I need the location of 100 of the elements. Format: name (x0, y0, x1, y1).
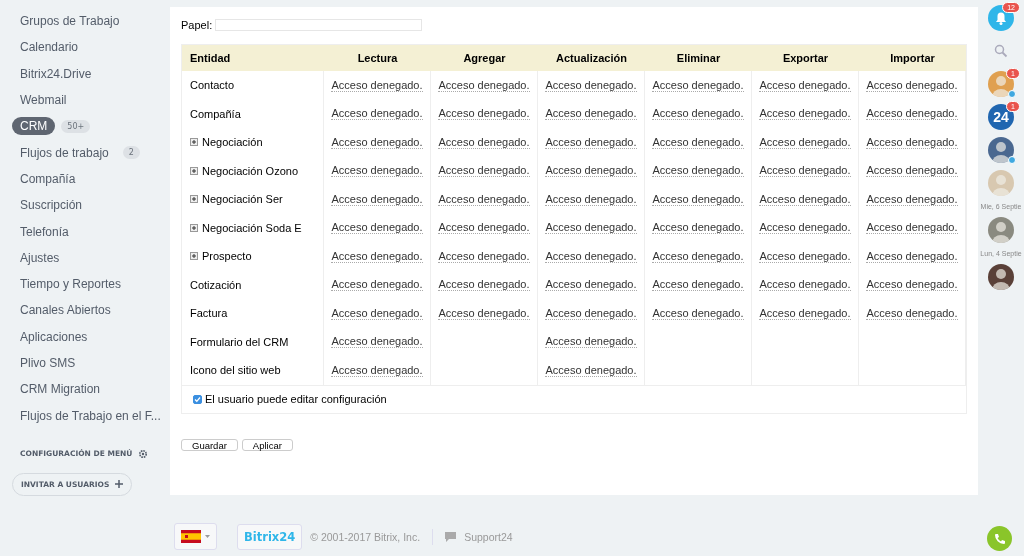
role-label: Papel: (181, 19, 213, 31)
permission-link[interactable]: Acceso denegado. (545, 135, 637, 149)
entity-name: Prospecto (202, 250, 252, 263)
permission-link[interactable]: Acceso denegado. (652, 107, 744, 121)
sidebar-item[interactable]: Compañía (12, 169, 84, 188)
sidebar-item[interactable]: Webmail (12, 91, 75, 110)
permission-link[interactable]: Acceso denegado. (652, 78, 744, 92)
permission-link[interactable]: Acceso denegado. (331, 107, 423, 121)
permission-link[interactable]: Acceso denegado. (545, 164, 637, 178)
expand-icon[interactable] (190, 166, 198, 175)
permission-link[interactable]: Acceso denegado. (438, 221, 530, 235)
form-button[interactable]: Aplicar (241, 438, 293, 451)
permission-link[interactable]: Acceso denegado. (866, 78, 958, 92)
permission-link[interactable]: Acceso denegado. (438, 164, 530, 178)
sidebar-item[interactable]: Aplicaciones (12, 327, 96, 346)
column-header: Eliminar (675, 52, 722, 64)
expand-icon[interactable] (190, 223, 198, 232)
sidebar-item[interactable]: CRM Migration (12, 380, 108, 399)
permission-link[interactable]: Acceso denegado. (545, 192, 637, 206)
notifications-button[interactable] (988, 5, 1014, 31)
permission-link[interactable]: Acceso denegado. (331, 192, 423, 206)
settings-icon[interactable] (138, 448, 149, 459)
expand-icon[interactable] (190, 252, 198, 261)
permission-link[interactable]: Acceso denegado. (866, 164, 958, 178)
permission-link[interactable]: Acceso denegado. (438, 135, 530, 149)
permission-link[interactable]: Acceso denegado. (545, 363, 637, 377)
permission-link[interactable]: Acceso denegado. (545, 78, 637, 92)
permission-link[interactable]: Acceso denegado. (545, 249, 637, 263)
language-selector[interactable] (174, 523, 217, 550)
permission-link[interactable]: Acceso denegado. (866, 135, 958, 149)
sidebar-item[interactable]: Grupos de Trabajo (12, 12, 128, 31)
form-button[interactable]: Guardar (181, 438, 238, 451)
permission-link[interactable]: Acceso denegado. (438, 306, 530, 320)
permission-link[interactable]: Acceso denegado. (545, 278, 637, 292)
permission-link[interactable]: Acceso denegado. (545, 335, 637, 349)
column-header: Actualización (555, 52, 628, 64)
permission-link[interactable]: Acceso denegado. (866, 192, 958, 206)
permission-link[interactable]: Acceso denegado. (652, 135, 744, 149)
permission-link[interactable]: Acceso denegado. (759, 107, 851, 121)
permission-link[interactable]: Acceso denegado. (759, 278, 851, 292)
permission-link[interactable]: Acceso denegado. (652, 221, 744, 235)
counter-badge: 2 (122, 146, 140, 160)
permission-link[interactable]: Acceso denegado. (652, 192, 744, 206)
permission-link[interactable]: Acceso denegado. (438, 78, 530, 92)
sidebar-item[interactable]: Telefonía (12, 222, 77, 241)
permission-link[interactable]: Acceso denegado. (759, 192, 851, 206)
permission-link[interactable]: Acceso denegado. (759, 135, 851, 149)
permission-link[interactable]: Acceso denegado. (331, 278, 423, 292)
permission-link[interactable]: Acceso denegado. (866, 249, 958, 263)
counter-badge: 50+ (61, 119, 91, 133)
entity-name: Contacto (190, 79, 235, 92)
role-field[interactable] (215, 19, 423, 31)
chat-icon (445, 531, 457, 542)
sidebar-item[interactable]: Tiempo y Reportes (12, 275, 129, 294)
permission-link[interactable]: Acceso denegado. (331, 135, 423, 149)
permission-link[interactable]: Acceso denegado. (866, 278, 958, 292)
permission-link[interactable]: Acceso denegado. (331, 306, 423, 320)
permission-link[interactable]: Acceso denegado. (652, 249, 744, 263)
permission-link[interactable]: Acceso denegado. (759, 221, 851, 235)
expand-icon[interactable] (190, 195, 198, 204)
sidebar-item[interactable]: Flujos de trabajo (12, 143, 117, 162)
permission-link[interactable]: Acceso denegado. (652, 306, 744, 320)
sidebar-item[interactable]: CRM (12, 117, 56, 136)
permission-link[interactable]: Acceso denegado. (331, 249, 423, 263)
sidebar-item[interactable]: Calendario (12, 38, 87, 57)
sidebar-item[interactable]: Flujos de Trabajo en el F... (12, 406, 169, 425)
permission-link[interactable]: Acceso denegado. (652, 278, 744, 292)
column-header: Importar (889, 52, 936, 64)
permission-link[interactable]: Acceso denegado. (438, 107, 530, 121)
sidebar-item[interactable]: Suscripción (12, 196, 91, 215)
sidebar-item[interactable]: Plivo SMS (12, 354, 84, 372)
permission-link[interactable]: Acceso denegado. (545, 306, 637, 320)
sidebar-item[interactable]: Ajustes (12, 248, 68, 267)
permission-link[interactable]: Acceso denegado. (652, 164, 744, 178)
permission-link[interactable]: Acceso denegado. (331, 78, 423, 92)
permission-link[interactable]: Acceso denegado. (866, 107, 958, 121)
permission-link[interactable]: Acceso denegado. (866, 306, 958, 320)
permission-link[interactable]: Acceso denegado. (331, 164, 423, 178)
sidebar-item[interactable]: Canales Abiertos (12, 301, 119, 320)
expand-icon[interactable] (190, 138, 198, 147)
column-header: Entidad (189, 52, 232, 64)
edit-checkbox[interactable] (193, 394, 202, 404)
permission-link[interactable]: Acceso denegado. (759, 164, 851, 178)
permission-link[interactable]: Acceso denegado. (331, 363, 423, 377)
avatar[interactable] (988, 137, 1014, 163)
sidebar-item[interactable]: Bitrix24.Drive (12, 64, 100, 83)
permission-link[interactable]: Acceso denegado. (331, 221, 423, 235)
permission-link[interactable]: Acceso denegado. (438, 278, 530, 292)
permission-link[interactable]: Acceso denegado. (331, 335, 423, 349)
permission-link[interactable]: Acceso denegado. (545, 107, 637, 121)
permission-link[interactable]: Acceso denegado. (438, 249, 530, 263)
permission-link[interactable]: Acceso denegado. (866, 221, 958, 235)
avatar[interactable] (988, 264, 1014, 290)
permission-link[interactable]: Acceso denegado. (545, 221, 637, 235)
permission-link[interactable]: Acceso denegado. (759, 78, 851, 92)
entity-name: Factura (190, 307, 228, 320)
plus-icon (115, 480, 124, 489)
permission-link[interactable]: Acceso denegado. (759, 306, 851, 320)
permission-link[interactable]: Acceso denegado. (759, 249, 851, 263)
permission-link[interactable]: Acceso denegado. (438, 192, 530, 206)
